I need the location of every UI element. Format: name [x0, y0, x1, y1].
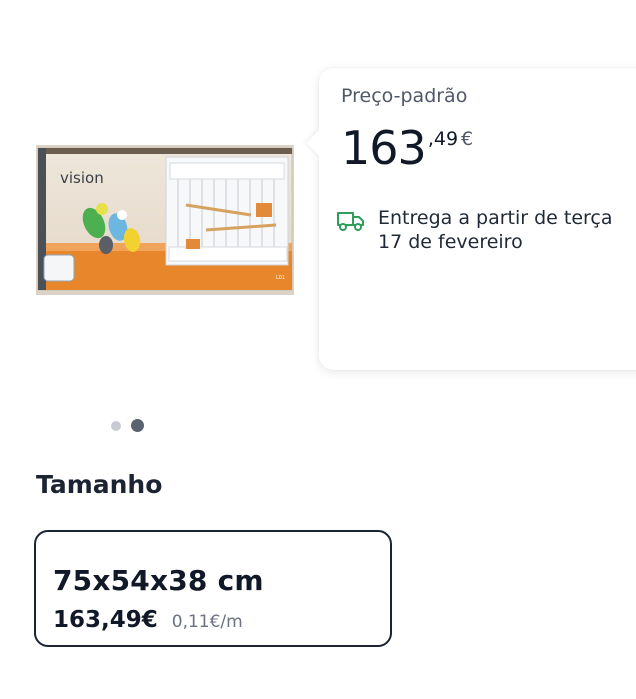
price-card: Preço-padrão 163 ,49 € Entrega a partir … — [319, 68, 636, 370]
brand-logo-text: vision — [60, 169, 104, 187]
delivery-text: Entrega a partir de terça 17 de fevereir… — [378, 206, 613, 254]
size-option-unit-price: 0,11€/m — [171, 612, 243, 632]
size-option-selected[interactable]: 75x54x38 cm 163,49€ 0,11€/m — [34, 530, 392, 647]
product-image[interactable]: vision L01 — [36, 145, 294, 295]
delivery-info: Entrega a partir de terça 17 de fevereir… — [336, 206, 613, 254]
price-label: Preço-padrão — [341, 85, 468, 107]
carousel-dot-2-active[interactable] — [131, 419, 144, 432]
price-integer: 163 — [341, 121, 427, 175]
delivery-line-1: Entrega a partir de terça — [378, 207, 613, 229]
delivery-line-2: 17 de fevereiro — [378, 231, 523, 253]
size-option-name: 75x54x38 cm — [53, 564, 264, 597]
carousel-dot-1[interactable] — [111, 420, 121, 431]
carousel-indicator — [111, 419, 144, 432]
size-section-title: Tamanho — [36, 470, 163, 499]
size-option-price: 163,49€ — [53, 607, 158, 633]
price-display: 163 ,49 € — [341, 120, 473, 176]
size-option-price-row: 163,49€ 0,11€/m — [53, 607, 243, 633]
price-decimal: ,49 — [427, 128, 459, 150]
price-currency: € — [461, 128, 474, 150]
truck-icon — [337, 212, 364, 231]
model-code-text: L01 — [276, 275, 285, 281]
product-box-illustration: vision L01 — [36, 145, 294, 295]
